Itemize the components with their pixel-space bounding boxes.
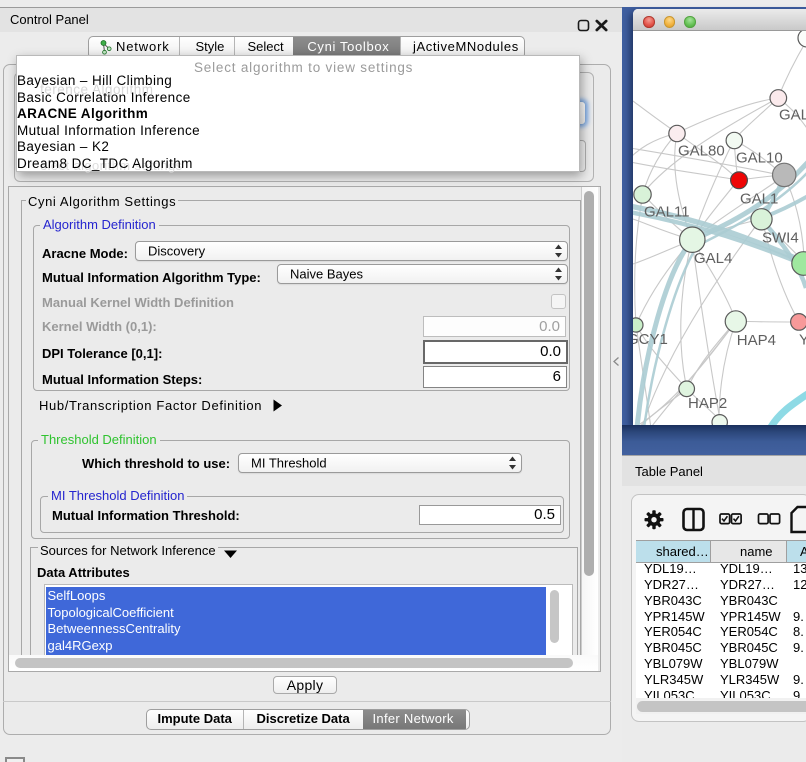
svg-text:SWI4: SWI4 — [762, 230, 799, 247]
svg-text:GAL11: GAL11 — [644, 204, 690, 221]
svg-text:GCY1: GCY1 — [633, 331, 668, 348]
svg-text:GAL4: GAL4 — [694, 250, 732, 267]
svg-text:HAP4: HAP4 — [737, 332, 776, 349]
svg-text:GAL80: GAL80 — [678, 143, 725, 160]
svg-text:HAP2: HAP2 — [688, 395, 727, 412]
svg-text:GAL1: GAL1 — [740, 191, 778, 208]
svg-text:GAL10: GAL10 — [736, 150, 783, 167]
svg-text:GAL7: GAL7 — [779, 107, 806, 124]
svg-text:Y: Y — [799, 332, 806, 349]
